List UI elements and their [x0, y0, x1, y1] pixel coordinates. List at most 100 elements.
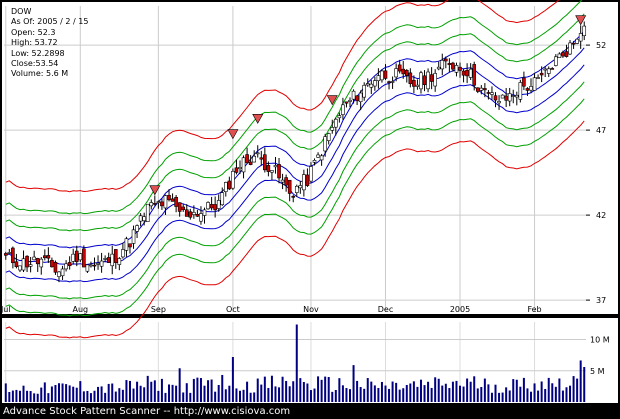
- volume-bar: [75, 387, 78, 402]
- bullish-candle: [394, 68, 398, 78]
- bullish-candle: [223, 182, 228, 192]
- bullish-candle: [78, 253, 83, 261]
- time-tick-label: Aug: [72, 305, 88, 314]
- bullish-candle: [436, 66, 441, 70]
- volume-bar: [409, 383, 412, 402]
- bearish-candle: [383, 70, 388, 79]
- bullish-candle: [273, 165, 278, 168]
- volume-bar: [136, 381, 139, 402]
- bearish-candle: [170, 198, 175, 202]
- volume-bar: [306, 383, 309, 402]
- bearish-candle: [174, 196, 178, 207]
- volume-bar: [469, 381, 472, 402]
- bearish-candle: [564, 51, 569, 57]
- volume-bar: [100, 386, 103, 402]
- volume-bar: [405, 384, 408, 402]
- time-tick-label: Nov: [303, 305, 319, 314]
- volume-bar: [164, 392, 167, 402]
- bullish-candle: [536, 77, 540, 79]
- bearish-candle: [227, 180, 232, 190]
- bullish-candle: [419, 72, 423, 90]
- bearish-candle: [53, 262, 58, 273]
- volume-bar: [89, 393, 92, 402]
- volume-bar: [370, 381, 373, 402]
- volume-bar: [61, 383, 64, 402]
- volume-bar: [434, 377, 437, 402]
- volume-bar: [377, 388, 380, 402]
- volume-bar: [483, 378, 486, 402]
- bullish-candle: [302, 174, 306, 191]
- volume-bar: [79, 381, 82, 402]
- volume-bar: [171, 384, 174, 402]
- time-tick-label: Sep: [151, 305, 166, 314]
- bullish-candle: [255, 152, 260, 155]
- bullish-candle: [57, 271, 61, 277]
- bullish-candle: [316, 154, 320, 158]
- volume-bar: [416, 386, 419, 402]
- bearish-candle: [25, 255, 29, 268]
- volume-bar: [118, 388, 121, 402]
- bearish-candle: [305, 174, 310, 186]
- volume-bar: [579, 360, 582, 402]
- volume-bar: [395, 382, 398, 402]
- bullish-candle: [135, 225, 139, 232]
- bullish-candle: [85, 264, 90, 272]
- bullish-candle: [124, 238, 129, 251]
- bearish-candle: [277, 164, 281, 179]
- volume-bar: [292, 381, 295, 402]
- volume-bar: [114, 391, 117, 402]
- volume-bar: [327, 377, 330, 402]
- bearish-candle: [472, 64, 477, 86]
- bearish-candle: [429, 74, 434, 82]
- bullish-candle: [454, 65, 459, 73]
- volume-bar: [451, 381, 454, 402]
- volume-bar: [423, 385, 426, 402]
- bullish-candle: [7, 252, 12, 254]
- bullish-candle: [543, 68, 547, 71]
- bullish-candle: [497, 101, 501, 104]
- bullish-candle: [568, 42, 572, 55]
- volume-bar: [242, 389, 245, 402]
- volume-bar: [65, 384, 68, 402]
- bearish-candle: [461, 70, 466, 76]
- bearish-candle: [561, 52, 565, 57]
- time-tick-label: Jul: [0, 305, 11, 314]
- bearish-candle: [493, 95, 498, 101]
- bullish-candle: [241, 157, 246, 173]
- bearish-candle: [266, 165, 271, 172]
- volume-bar: [444, 383, 447, 402]
- bearish-candle: [401, 68, 406, 75]
- bullish-candle: [348, 99, 352, 102]
- bullish-candle: [341, 104, 345, 115]
- volume-bar: [139, 385, 142, 402]
- bearish-candle: [46, 255, 51, 259]
- as-of-label: As Of: 2005 / 2 / 15: [11, 17, 89, 27]
- bearish-candle: [539, 72, 544, 76]
- bullish-candle: [380, 70, 384, 81]
- bearish-candle: [447, 63, 452, 65]
- volume-bar: [125, 380, 128, 402]
- volume-bar: [366, 378, 369, 402]
- volume-bar: [121, 389, 124, 402]
- symbol-label: DOW: [11, 7, 32, 16]
- volume-bar: [299, 378, 302, 402]
- volume-bar: [214, 391, 217, 402]
- bullish-candle: [294, 185, 299, 193]
- volume-bar: [43, 382, 46, 402]
- bearish-candle: [245, 154, 249, 164]
- bullish-candle: [142, 216, 146, 222]
- bullish-candle: [149, 202, 154, 207]
- bullish-candle: [373, 80, 377, 87]
- time-tick-label: Oct: [226, 305, 240, 314]
- bullish-candle: [369, 83, 374, 88]
- bullish-candle: [337, 115, 342, 119]
- volume-bar: [217, 384, 220, 402]
- volume-bar: [501, 392, 504, 402]
- bullish-candle: [490, 92, 494, 95]
- bearish-candle: [458, 66, 462, 71]
- volume-bar: [427, 381, 430, 402]
- bullish-candle: [479, 87, 484, 91]
- volume-bar: [128, 380, 131, 402]
- bullish-candle: [557, 53, 562, 58]
- volume-bar: [50, 386, 53, 402]
